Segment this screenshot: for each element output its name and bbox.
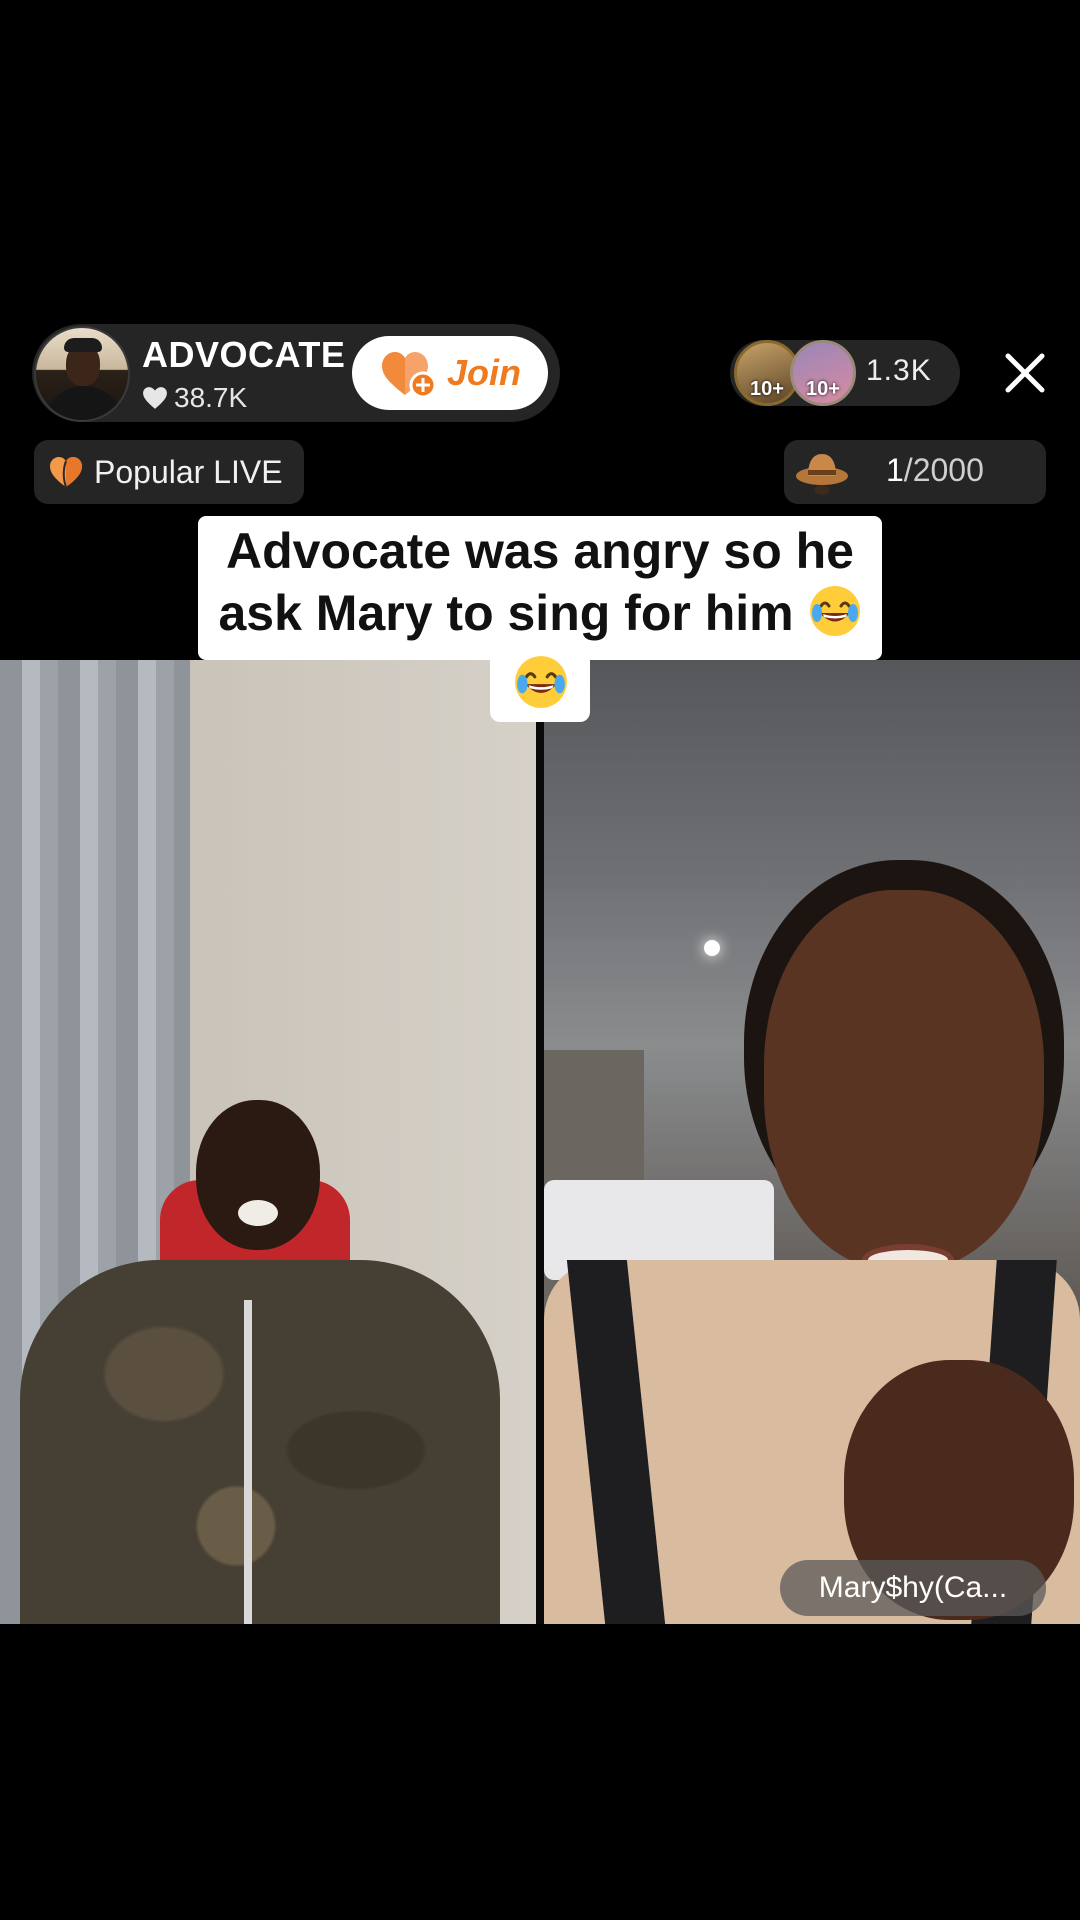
caption-line-1: Advocate was angry so he — [198, 522, 882, 580]
host-likes-count: 38.7K — [174, 382, 248, 413]
viewer-rank-badge: 10+ — [806, 378, 840, 400]
popular-live-badge[interactable]: Popular LIVE — [34, 440, 304, 504]
flame-heart-icon — [50, 457, 82, 488]
close-icon[interactable] — [1000, 348, 1050, 398]
gift-goal-progress: 1/2000 — [886, 452, 984, 489]
host-person-mouth — [238, 1200, 278, 1226]
guest-video-tile[interactable] — [544, 660, 1080, 1624]
avatar-cap — [64, 338, 102, 352]
viewer-rank-badge: 10+ — [750, 378, 784, 400]
host-likes: 38.7K — [142, 382, 247, 414]
host-person-head — [196, 1100, 320, 1250]
caption-line-2: ask Mary to sing for him — [198, 584, 882, 642]
goal-max: 2000 — [912, 452, 984, 488]
caption-text-1: Advocate was angry so he — [225, 523, 854, 579]
caption-text-2: ask Mary to sing for him — [218, 585, 794, 641]
heart-icon — [143, 387, 167, 409]
avatar[interactable] — [34, 326, 130, 422]
cowboy-hat-icon — [796, 454, 848, 495]
avatar-body — [44, 386, 124, 420]
heart-plus-icon — [381, 352, 437, 399]
join-label: Join — [446, 352, 521, 393]
laughing-emoji-icon — [515, 656, 567, 708]
goal-current: 1 — [886, 452, 904, 488]
guest-name-tag[interactable]: Mary$hy(Ca... — [780, 1560, 1046, 1616]
host-person-body — [20, 1260, 500, 1624]
goal-separator: / — [903, 452, 913, 488]
video-divider — [536, 660, 544, 1624]
viewer-avatar[interactable]: 10+ — [790, 340, 856, 406]
viewer-count[interactable]: 1.3K — [866, 354, 932, 388]
join-button[interactable]: Join — [352, 336, 548, 410]
popular-live-label: Popular LIVE — [94, 453, 283, 490]
laughing-emoji-icon — [809, 586, 860, 636]
host-name[interactable]: ADVOCATE — [142, 334, 345, 376]
host-video-tile[interactable] — [0, 660, 536, 1624]
ceiling-light — [704, 940, 720, 956]
guest-person-face — [764, 890, 1044, 1270]
jacket-zipper — [244, 1300, 252, 1624]
